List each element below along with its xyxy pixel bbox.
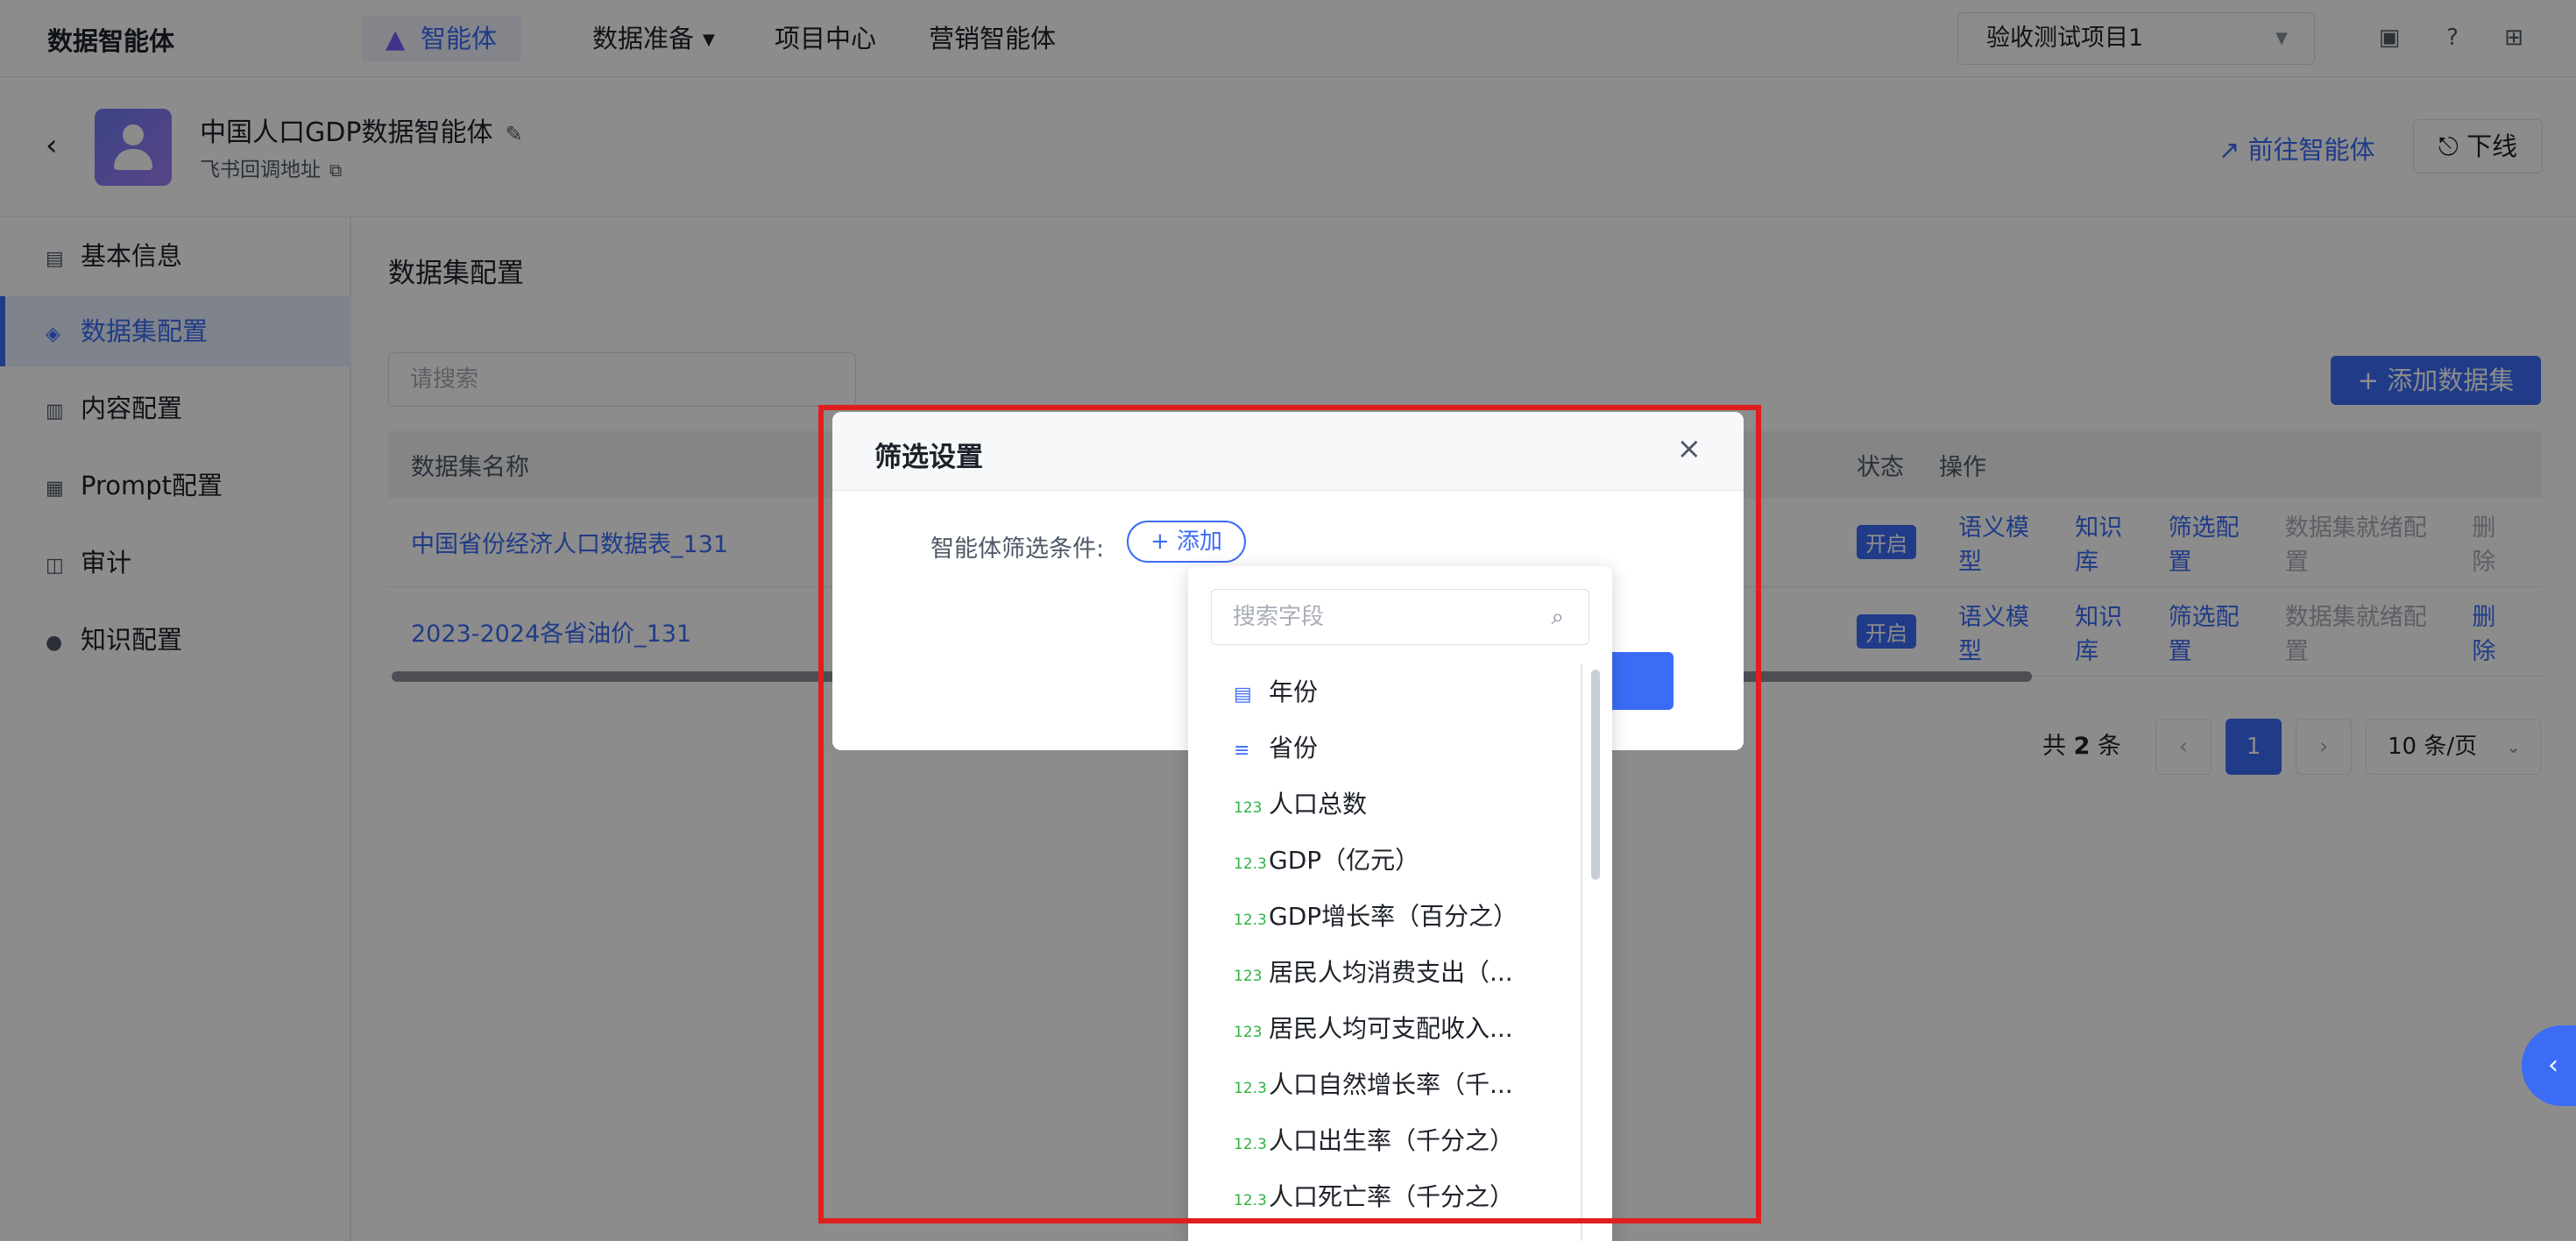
field-label: 人口出生率（千分之） (1269, 1126, 1515, 1155)
dropdown-scrollbar[interactable] (1591, 670, 1600, 880)
field-option[interactable]: ≡ 省份 (1188, 720, 1581, 777)
field-label: 人口死亡率（千分之） (1269, 1182, 1515, 1211)
condition-label: 智能体筛选条件: (931, 535, 1105, 563)
field-search-input[interactable]: 搜索字段 ⌕ (1211, 589, 1589, 645)
field-label: 居民人均可支配收入... (1269, 1014, 1513, 1043)
field-option[interactable]: ▤ 年份 (1188, 664, 1581, 720)
integer-type-icon: 123 (1234, 968, 1263, 985)
field-option[interactable]: 12.3GDP增长率（百分之） (1188, 889, 1581, 945)
text-type-icon: ≡ (1234, 740, 1250, 762)
decimal-type-icon: 12.3 (1234, 1080, 1267, 1097)
chevron-left-icon: ‹ (2548, 1050, 2558, 1081)
field-label: 人口总数 (1269, 790, 1368, 819)
field-option[interactable]: 12.3GDP（亿元） (1188, 833, 1581, 889)
field-option[interactable]: 12.3人口出生率（千分之） (1188, 1113, 1581, 1169)
field-search-placeholder: 搜索字段 (1233, 604, 1325, 630)
field-label: 人口自然增长率（千... (1269, 1070, 1513, 1099)
field-label: 居民人均消费支出（... (1269, 958, 1513, 987)
integer-type-icon: 123 (1234, 1024, 1263, 1041)
field-label: 年份 (1269, 677, 1319, 706)
field-dropdown: 搜索字段 ⌕ ▤ 年份 ≡ 省份 123 人口总数 12.3GDP（亿元） 12.3G… (1188, 566, 1612, 1241)
field-option[interactable]: 12.3人口死亡率（千分之） (1188, 1169, 1581, 1225)
field-option[interactable]: 123 居民人均可支配收入... (1188, 1001, 1581, 1057)
decimal-type-icon: 12.3 (1234, 1136, 1267, 1153)
decimal-type-icon: 12.3 (1234, 1192, 1267, 1209)
add-condition-button[interactable]: + 添加 (1127, 521, 1246, 563)
field-label: 省份 (1269, 734, 1319, 762)
modal-title: 筛选设置 (874, 442, 983, 473)
decimal-type-icon: 12.3 (1234, 911, 1267, 929)
search-icon: ⌕ (1551, 604, 1564, 630)
field-option[interactable]: 123 居民人均消费支出（... (1188, 945, 1581, 1001)
decimal-type-icon: 12.3 (1234, 855, 1267, 873)
date-type-icon: ▤ (1234, 684, 1252, 706)
field-label: GDP（亿元） (1269, 846, 1420, 875)
field-label: GDP增长率（百分之） (1269, 902, 1518, 931)
field-option[interactable]: 12.3人口自然增长率（千... (1188, 1057, 1581, 1113)
field-list: ▤ 年份 ≡ 省份 123 人口总数 12.3GDP（亿元） 12.3GDP增长率（百… (1188, 664, 1581, 1225)
field-option[interactable]: 123 人口总数 (1188, 777, 1581, 833)
integer-type-icon: 123 (1234, 799, 1263, 817)
confirm-button[interactable] (1603, 652, 1674, 710)
dropdown-divider (1581, 664, 1582, 1241)
close-icon[interactable]: × (1677, 431, 1702, 466)
modal-header: 筛选设置 × (832, 412, 1744, 491)
